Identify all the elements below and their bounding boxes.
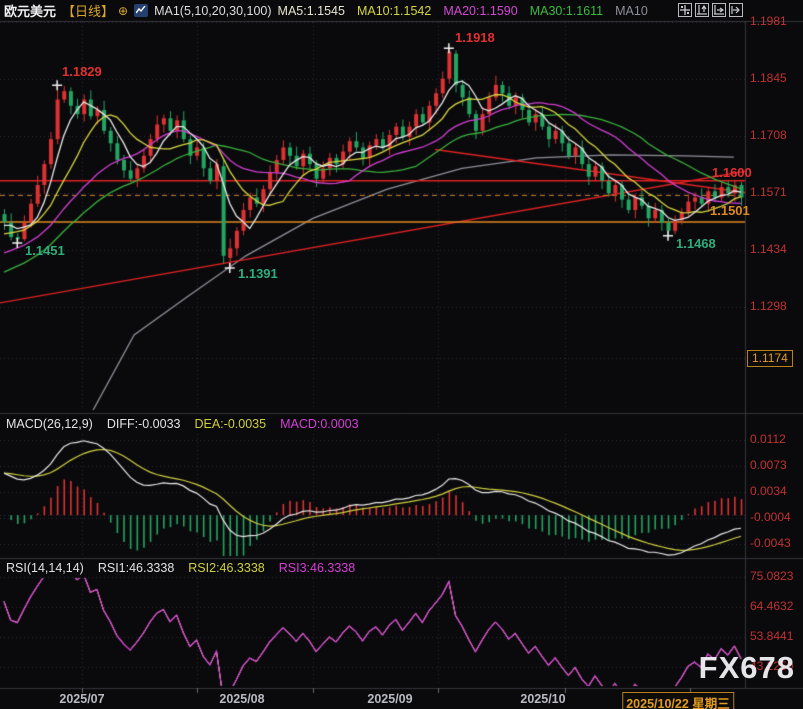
- macd-dea-value: DEA:-0.0035: [194, 417, 266, 431]
- annotation-low-oct: 1.1468: [676, 236, 716, 251]
- ma-value-4[interactable]: MA10: [615, 4, 648, 18]
- ma-value-1[interactable]: MA10:1.1542: [357, 4, 431, 18]
- axis-month-label: 2025/08: [219, 692, 264, 706]
- macd-label-row: MACD(26,12,9) DIFF:-0.0033 DEA:-0.0035 M…: [6, 417, 359, 431]
- axis-month-label: 2025/09: [367, 692, 412, 706]
- rsi-title[interactable]: RSI(14,14,14): [6, 561, 84, 575]
- macd-macd-value: MACD:0.0003: [280, 417, 359, 431]
- axis-month-label: 2025/07: [59, 692, 104, 706]
- indicator-chip-icon[interactable]: [134, 4, 148, 17]
- rsi1-value: RSI1:46.3338: [98, 561, 174, 575]
- trading-app: 欧元美元 【日线】 ⊕ MA1(5,10,20,30,100) MA5:1.15…: [0, 0, 803, 709]
- ma-value-3[interactable]: MA30:1.1611: [530, 4, 603, 18]
- axis-price-label: 64.4632: [750, 599, 793, 614]
- annotation-high-july: 1.1829: [62, 64, 102, 79]
- support-line-label[interactable]: 1.1501: [710, 203, 750, 218]
- scale-x-axis-icon[interactable]: [712, 3, 726, 17]
- macd-title[interactable]: MACD(26,12,9): [6, 417, 93, 431]
- axis-price-label: 53.8441: [750, 629, 793, 644]
- annotation-high-sept: 1.1918: [455, 30, 495, 45]
- axis-price-label: 1.1708: [750, 128, 787, 143]
- axis-price-label: 1.1434: [750, 242, 787, 257]
- axis-price-label: 1.1845: [750, 71, 787, 86]
- ma-settings-label[interactable]: MA1(5,10,20,30,100): [154, 4, 271, 18]
- axis-price-label: 0.0112: [750, 432, 786, 447]
- axis-price-label: 1.1298: [750, 299, 787, 314]
- ma-value-0[interactable]: MA5:1.1545: [278, 4, 345, 18]
- go-latest-icon[interactable]: [729, 3, 743, 17]
- ma-value-2[interactable]: MA20:1.1590: [443, 4, 517, 18]
- axis-price-label: 0.0034: [750, 484, 787, 499]
- add-indicator-icon[interactable]: ⊕: [118, 4, 128, 18]
- macd-diff-value: DIFF:-0.0033: [107, 417, 181, 431]
- rsi-label-row: RSI(14,14,14) RSI1:46.3338 RSI2:46.3338 …: [6, 561, 355, 575]
- symbol-title: 欧元美元: [4, 1, 56, 20]
- crosshair-move-icon[interactable]: [678, 3, 692, 17]
- chart-toolbar: [678, 3, 743, 17]
- resistance-line-label[interactable]: 1.1600: [712, 165, 752, 180]
- axis-price-label: -0.0043: [750, 536, 791, 551]
- axis-price-label: 75.0823: [750, 569, 793, 584]
- rsi3-value: RSI3:46.3338: [279, 561, 355, 575]
- ma-value-list: MA5:1.1545 MA10:1.1542 MA20:1.1590 MA30:1.1…: [278, 4, 648, 18]
- current-session-label: 2025/10/22 星期三: [622, 692, 734, 709]
- axis-price-label: 1.1571: [750, 185, 787, 200]
- period-label[interactable]: 【日线】: [62, 1, 114, 20]
- axis-price-label: 0.0073: [750, 458, 787, 473]
- annotation-low-june: 1.1451: [25, 243, 65, 258]
- price-chart-canvas[interactable]: [0, 0, 803, 709]
- fx678-watermark: FX678: [699, 650, 795, 686]
- axis-price-label: -0.0004: [750, 510, 791, 525]
- axis-month-label: 2025/10: [520, 692, 565, 706]
- annotation-low-aug: 1.1391: [238, 266, 278, 281]
- scale-y-axis-icon[interactable]: [695, 3, 709, 17]
- axis-price-label: 1.1174: [747, 350, 793, 367]
- rsi2-value: RSI2:46.3338: [188, 561, 264, 575]
